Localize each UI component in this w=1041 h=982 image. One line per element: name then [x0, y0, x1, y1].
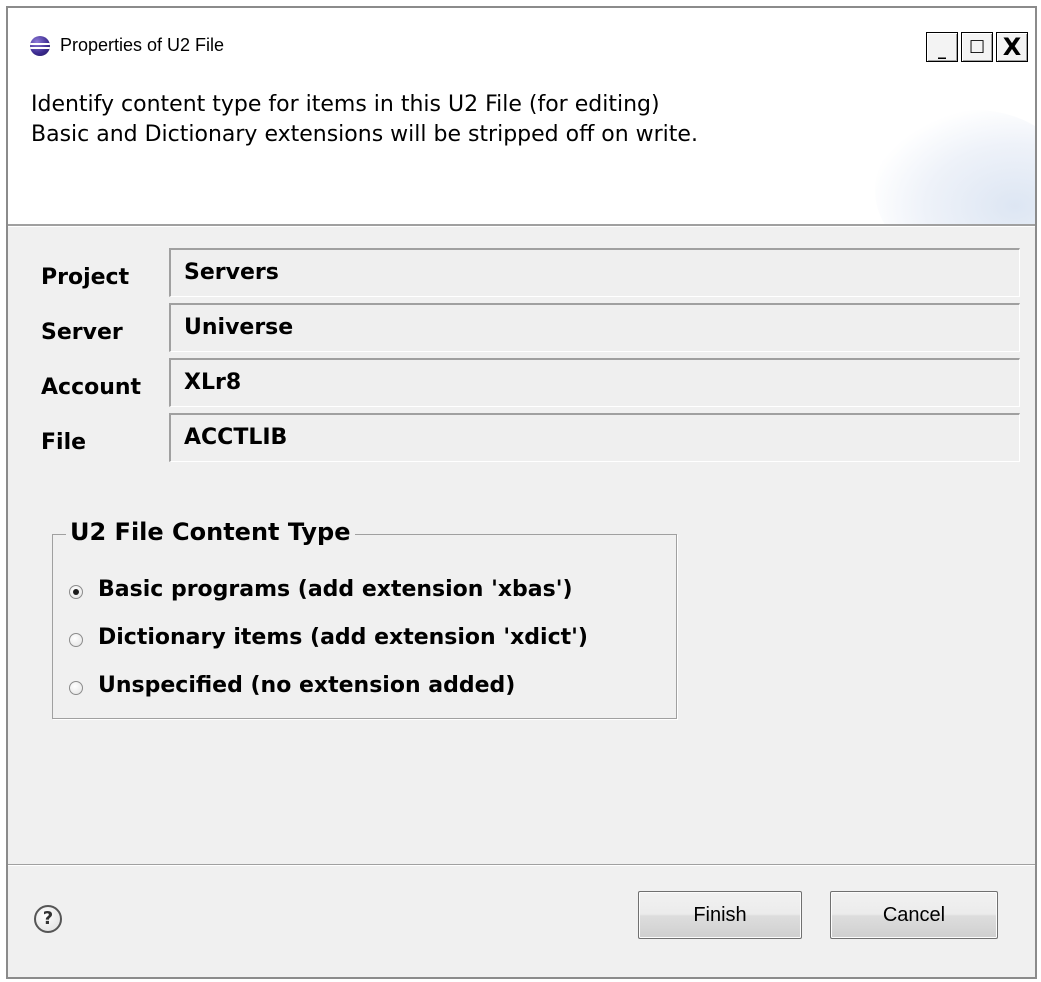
account-label: Account [41, 375, 142, 400]
header-description-line-1: Identify content type for items in this … [31, 92, 660, 117]
finish-button[interactable]: Finish [638, 891, 802, 939]
radio-label: Unspecified (no extension added) [98, 673, 516, 698]
file-label: File [41, 430, 87, 455]
file-field[interactable]: ACCTLIB [169, 413, 1020, 462]
maximize-button[interactable]: □ [961, 32, 993, 62]
dialog-header: Identify content type for items in this … [8, 70, 1035, 224]
radio-label: Basic programs (add extension 'xbas') [98, 577, 573, 602]
radio-button[interactable] [69, 633, 83, 647]
project-field[interactable]: Servers [169, 248, 1020, 297]
help-icon[interactable]: ? [34, 905, 62, 933]
title-bar[interactable]: Properties of U2 File _ □ X [8, 8, 1035, 70]
cancel-button[interactable]: Cancel [830, 891, 998, 939]
project-label: Project [41, 265, 130, 290]
eclipse-icon [30, 36, 50, 56]
radio-label: Dictionary items (add extension 'xdict') [98, 625, 588, 650]
content-type-legend: U2 File Content Type [66, 518, 355, 546]
footer-separator [8, 864, 1035, 866]
header-description-line-2: Basic and Dictionary extensions will be … [31, 122, 698, 147]
minimize-button[interactable]: _ [926, 32, 958, 62]
account-field[interactable]: XLr8 [169, 358, 1020, 407]
radio-button-checked[interactable] [69, 585, 83, 599]
radio-button[interactable] [69, 681, 83, 695]
properties-dialog: Properties of U2 File _ □ X Identify con… [6, 6, 1037, 979]
server-label: Server [41, 320, 123, 345]
window-title: Properties of U2 File [60, 35, 225, 55]
header-decoration [875, 110, 1035, 224]
close-button[interactable]: X [996, 32, 1028, 62]
header-separator [8, 224, 1035, 227]
server-field[interactable]: Universe [169, 303, 1020, 352]
